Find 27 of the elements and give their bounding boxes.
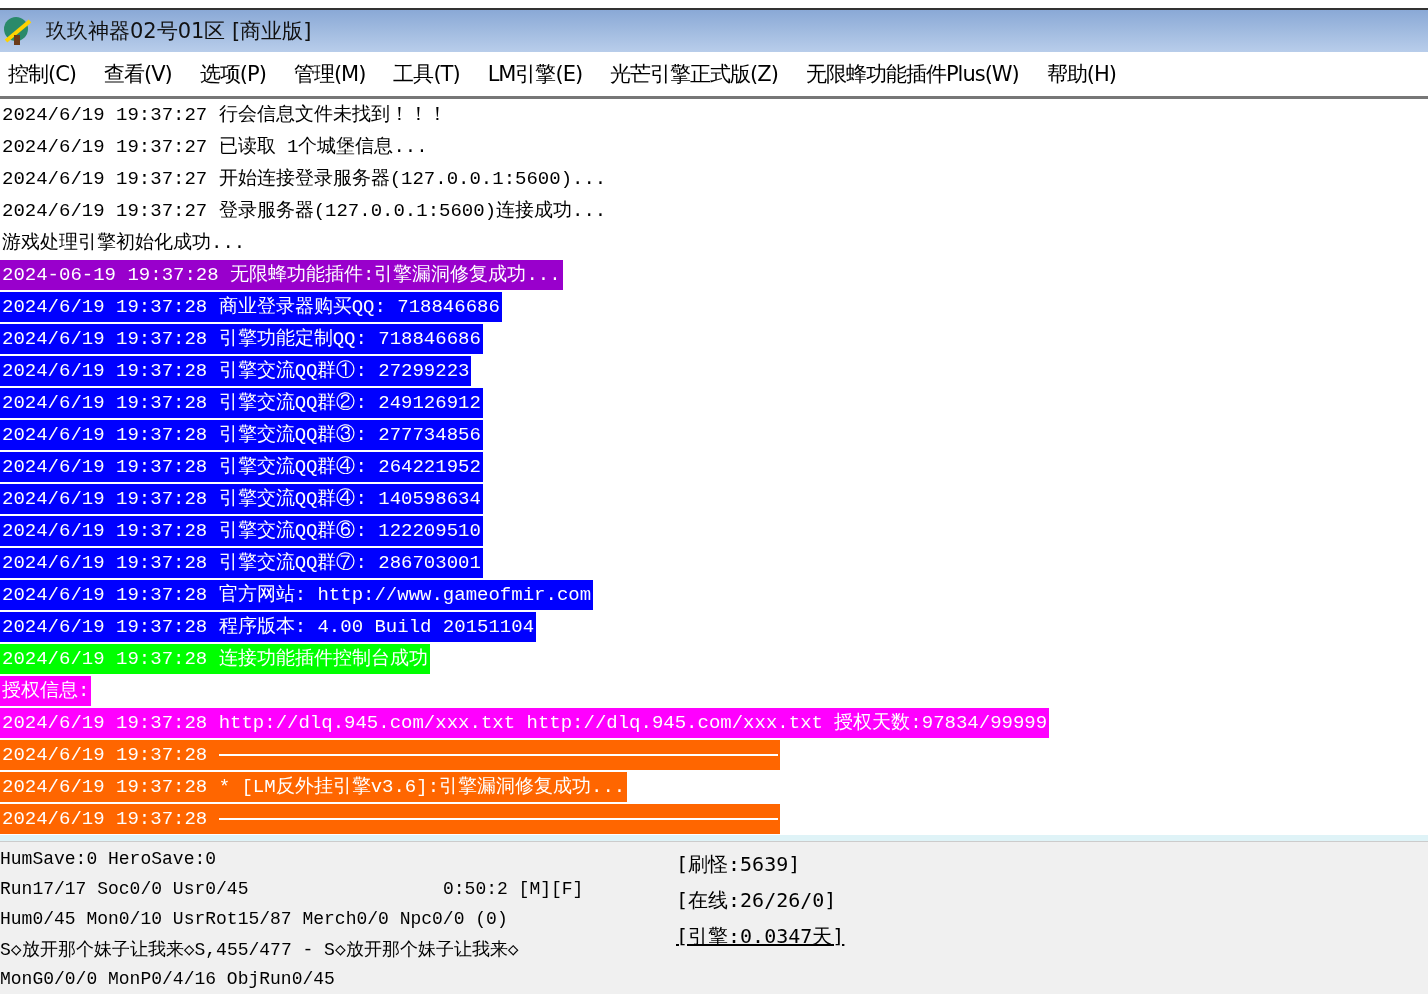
status-counter: [在线:26/26/0]: [676, 886, 838, 914]
log-line: 2024/6/19 19:37:27 登录服务器(127.0.0.1:5600)连接成功...: [1, 199, 608, 224]
menu-item[interactable]: 查看(V): [104, 60, 172, 88]
status-text: S◇放开那个妹子让我来◇S,455/477 - S◇放开那个妹子让我来◇: [0, 939, 519, 961]
status-counter: [刷怪:5639]: [676, 850, 802, 878]
log-line: 2024/6/19 19:37:27 行会信息文件未找到！！！: [1, 103, 448, 128]
status-text: HumSave:0 HeroSave:0: [0, 849, 217, 869]
status-text: MonG0/0/0 MonP0/4/16 ObjRun0/45: [0, 969, 335, 989]
app-icon: [2, 15, 34, 47]
timestamp: 2024/6/19 19:37:28: [2, 743, 208, 768]
status-text: Hum0/45 Mon0/10 UsrRot15/87 Merch0/0 Npc0/0 (0): [0, 909, 508, 929]
menu-item[interactable]: 控制(C): [8, 60, 77, 88]
menu-item[interactable]: 无限蜂功能插件Plus(W): [805, 60, 1019, 88]
status-counter: [引擎:0.0347天]: [676, 922, 845, 950]
menu-item[interactable]: 光芒引擎正式版(Z): [610, 60, 778, 88]
log-line: 2024/6/19 19:37:27 开始连接登录服务器(127.0.0.1:5600)...: [1, 167, 608, 192]
status-text: Run17/17 Soc0/0 Usr0/45: [0, 879, 250, 899]
menu-item[interactable]: 管理(M): [293, 60, 366, 88]
window-title: 玖玖神器02号01区 [商业版]: [46, 18, 312, 45]
log-line: 2024/6/19 19:37:27 已读取 1个城堡信息...: [1, 135, 429, 160]
timestamp: 2024/6/19 19:37:28: [2, 807, 208, 832]
status-text: 0:50:2 [M][F]: [443, 879, 584, 899]
menu-item[interactable]: LM引擎(E): [487, 60, 583, 88]
menu-item[interactable]: 选项(P): [199, 60, 266, 88]
log-line: 游戏处理引擎初始化成功...: [1, 231, 247, 256]
menu-item[interactable]: 工具(T): [393, 60, 460, 88]
menu-item[interactable]: 帮助(H): [1046, 60, 1116, 88]
